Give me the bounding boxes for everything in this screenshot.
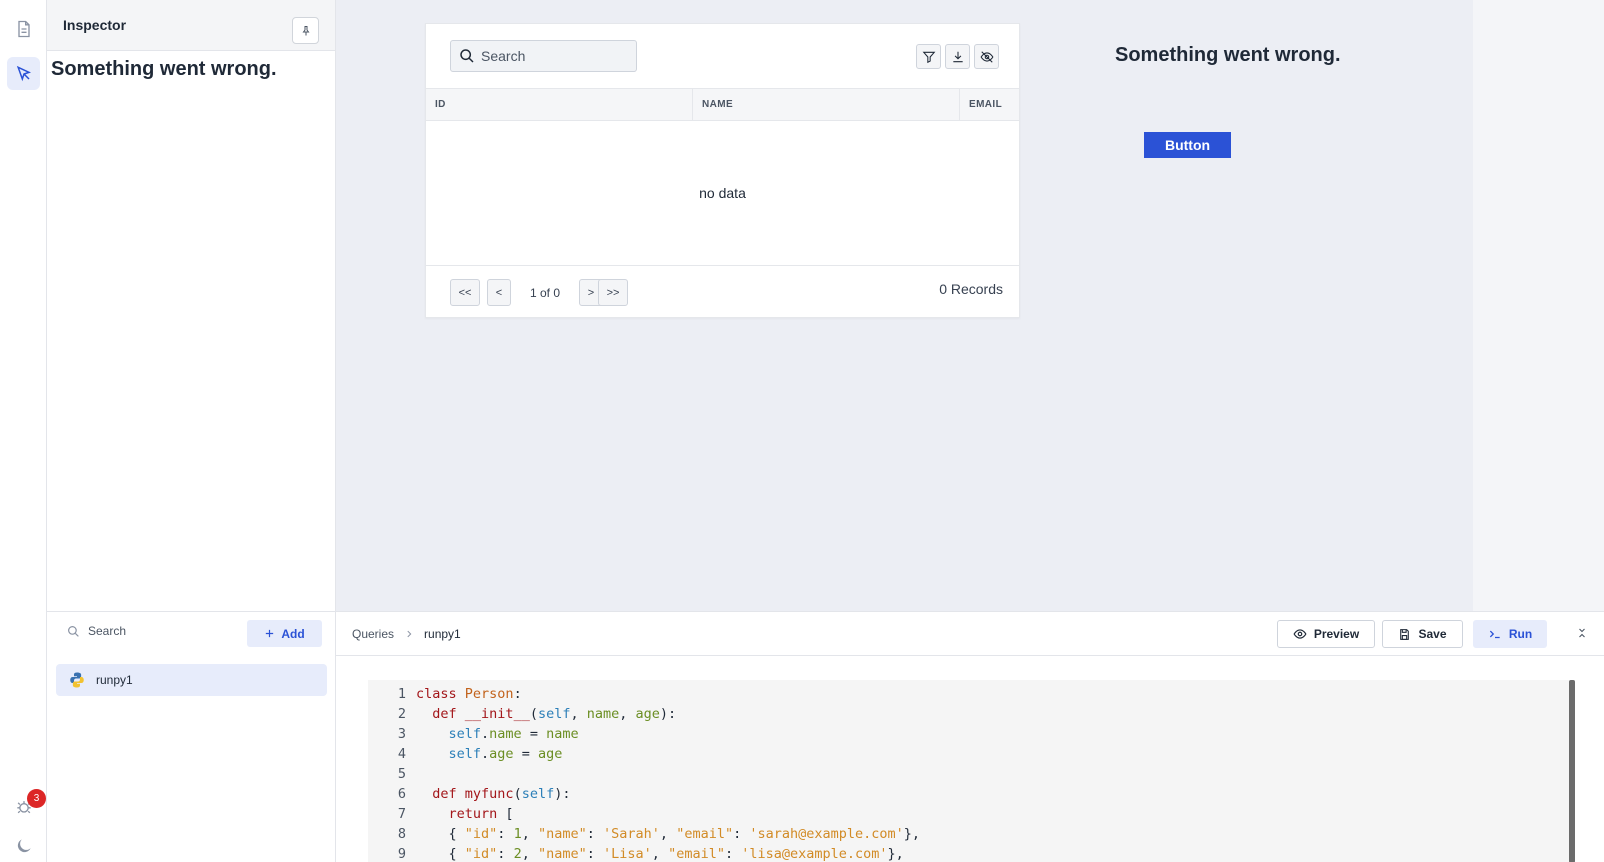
canvas-margin [1473, 0, 1604, 611]
code-editor[interactable]: 1 class Person: 2 def __init__(self, name… [368, 680, 1575, 862]
code-line-3: self.name = name [448, 726, 579, 742]
table-footer: << < 1 of 0 > >> 0 Records [426, 265, 1019, 317]
theme-toggle-button[interactable] [7, 829, 40, 862]
table-widget[interactable]: Search ID NAME EMAIL no data << < 1 of 0… [425, 23, 1020, 318]
previous-page-button[interactable]: < [487, 279, 511, 306]
code-line: 6 def myfunc(self): [397, 786, 571, 802]
code-line: 2 def __init__(self, name, age): [397, 706, 677, 722]
eye-off-icon [980, 50, 993, 63]
code-line-7: return [ [448, 806, 514, 822]
search-icon [68, 625, 79, 637]
cursor-icon [16, 65, 31, 81]
code-lines: 1 class Person: 2 def __init__(self, name… [368, 680, 1575, 862]
table-search-input[interactable]: Search [450, 40, 637, 72]
python-icon [70, 672, 84, 688]
code-line-9: { "id": 2, "name": 'Lisa', "email": 'lis… [416, 846, 904, 862]
search-icon [460, 49, 474, 63]
terminal-icon [1489, 630, 1500, 639]
code-line: 8 { "id": 1, "name": 'Sarah', "email": '… [397, 826, 921, 842]
eye-icon [1293, 629, 1307, 639]
page-info: 1 of 0 [529, 285, 561, 300]
plus-icon [266, 629, 274, 638]
inspector-button[interactable] [7, 57, 40, 90]
first-page-button[interactable]: << [450, 279, 480, 306]
canvas-button[interactable]: Button [1144, 132, 1231, 158]
inspector-panel: Inspector Something went wrong. [47, 0, 336, 611]
editor-scrollbar[interactable] [1569, 680, 1575, 862]
pin-button[interactable] [292, 17, 319, 44]
code-line-2: def __init__(self, name, age): [432, 706, 677, 722]
moon-icon [17, 838, 31, 852]
query-search-input[interactable]: Search [67, 624, 126, 638]
code-line-6: def myfunc(self): [432, 786, 571, 802]
column-header-name[interactable]: NAME [693, 89, 960, 120]
left-rail: 3 [0, 0, 47, 862]
canvas-error-message: Something went wrong. [1115, 44, 1341, 66]
breadcrumb-queries[interactable]: Queries [352, 627, 394, 641]
table-empty-message: no data [699, 184, 746, 201]
pin-icon [302, 25, 309, 35]
inspector-error-message: Something went wrong. [51, 58, 277, 80]
preview-label: Preview [1313, 627, 1360, 641]
code-line: 4 self.age = age [397, 746, 563, 762]
table-header-row: ID NAME EMAIL [426, 88, 1019, 121]
document-icon [17, 20, 30, 37]
collapse-icon [1579, 628, 1585, 638]
pages-button[interactable] [7, 12, 40, 45]
filter-button[interactable] [916, 44, 941, 69]
column-header-email[interactable]: EMAIL [960, 89, 1019, 120]
download-icon [952, 51, 963, 62]
query-list-panel: Search Add runpy1 [47, 611, 336, 862]
notification-badge: 3 [27, 789, 46, 808]
breadcrumb-current-query: runpy1 [424, 627, 461, 641]
code-line-1: class Person: [416, 686, 522, 702]
code-line: 9 { "id": 2, "name": 'Lisa', "email": 'l… [397, 846, 904, 862]
preview-button[interactable]: Preview [1277, 620, 1375, 648]
table-toolbar [916, 44, 999, 69]
add-query-label: Add [281, 626, 305, 641]
collapse-panel-button[interactable] [1576, 626, 1588, 645]
code-line: 7 return [ [397, 806, 514, 822]
code-line: 1 class Person: [397, 686, 522, 702]
code-line: 5 [368, 764, 1575, 784]
query-editor-panel: Queries runpy1 Preview Save Run 1 class P… [336, 611, 1604, 862]
run-button[interactable]: Run [1473, 620, 1547, 648]
save-icon [1400, 628, 1410, 640]
table-search-placeholder: Search [481, 48, 526, 64]
records-count: 0 Records [939, 281, 1003, 297]
query-list-item[interactable]: runpy1 [56, 664, 327, 696]
download-button[interactable] [945, 44, 970, 69]
breadcrumb: Queries runpy1 [352, 627, 461, 641]
query-toolbar: Queries runpy1 Preview Save Run [336, 612, 1604, 656]
query-search-placeholder: Search [88, 624, 127, 638]
save-label: Save [1418, 627, 1447, 641]
filter-icon [922, 51, 935, 63]
add-query-button[interactable]: Add [247, 620, 322, 647]
code-line: 3 self.name = name [397, 726, 579, 742]
hide-columns-button[interactable] [974, 44, 999, 69]
query-list-item-label: runpy1 [96, 673, 133, 687]
save-button[interactable]: Save [1382, 620, 1463, 648]
column-header-id[interactable]: ID [426, 89, 693, 120]
code-line-8: { "id": 1, "name": 'Sarah', "email": 'sa… [416, 826, 921, 842]
inspector-title: Inspector [63, 17, 127, 33]
code-line-4: self.age = age [448, 746, 563, 762]
last-page-button[interactable]: >> [598, 279, 628, 306]
chevron-right-icon [407, 630, 412, 638]
run-label: Run [1508, 627, 1533, 641]
